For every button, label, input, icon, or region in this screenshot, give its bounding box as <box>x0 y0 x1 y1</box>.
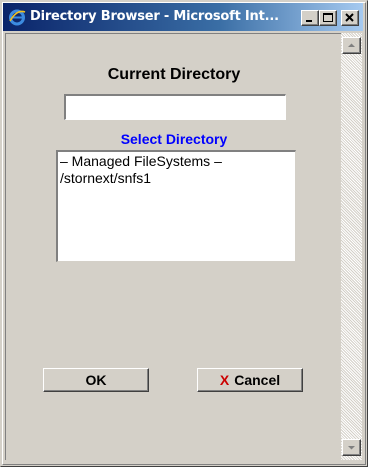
ok-label: OK <box>85 372 107 388</box>
title-bar[interactable]: Directory Browser - Microsoft Int... <box>3 3 363 31</box>
vertical-scrollbar[interactable] <box>341 33 362 460</box>
cancel-label: Cancel <box>234 372 281 388</box>
current-directory-input[interactable] <box>64 94 286 120</box>
scroll-up-button[interactable] <box>342 37 361 54</box>
window-title: Directory Browser - Microsoft Int... <box>30 9 279 24</box>
maximize-button[interactable] <box>319 10 337 26</box>
scroll-down-button[interactable] <box>342 439 361 456</box>
close-button[interactable] <box>341 10 359 26</box>
ie-icon <box>8 8 26 26</box>
directory-option-snfs1[interactable]: /stornext/snfs1 <box>60 170 293 187</box>
x-icon: X <box>219 372 230 388</box>
directory-browser-window: Directory Browser - Microsoft Int... Cur… <box>0 0 368 467</box>
page-title: Current Directory <box>107 66 241 83</box>
ok-button[interactable]: OK <box>43 368 149 392</box>
select-directory-label: Select Directory <box>120 131 228 147</box>
directory-listbox[interactable]: – Managed FileSystems – /stornext/snfs1 <box>56 150 296 262</box>
minimize-button[interactable] <box>301 10 319 26</box>
dialog-content: Current Directory Select Directory – Man… <box>5 33 341 460</box>
directory-option-header[interactable]: – Managed FileSystems – <box>60 153 293 170</box>
cancel-button[interactable]: X Cancel <box>197 368 303 392</box>
